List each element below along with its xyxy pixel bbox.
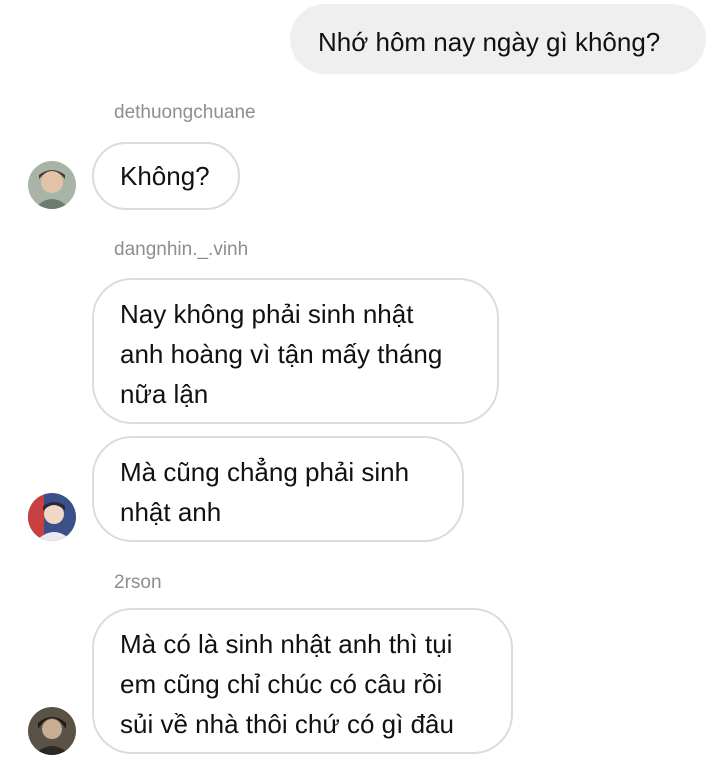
message-text-line: sủi về nhà thôi chứ có gì đâu	[120, 709, 454, 739]
sender-username[interactable]: dangnhin._.vinh	[114, 238, 248, 262]
incoming-message-bubble[interactable]: Không?	[92, 142, 240, 210]
incoming-message-bubble[interactable]: Mà cũng chẳng phải sinh nhật anh	[92, 436, 464, 542]
message-text-line: Mà có là sinh nhật anh thì tụi	[120, 629, 453, 659]
message-text-line: nữa lận	[120, 379, 209, 409]
user-avatar-icon[interactable]	[28, 493, 76, 541]
user-avatar-icon[interactable]	[28, 161, 76, 209]
outgoing-message-bubble[interactable]: Nhớ hôm nay ngày gì không?	[290, 4, 706, 74]
message-text-line: anh hoàng vì tận mấy tháng	[120, 339, 443, 369]
message-text-line: Nay không phải sinh nhật	[120, 299, 414, 329]
outgoing-message-text: Nhớ hôm nay ngày gì không?	[318, 27, 661, 57]
incoming-message-bubble[interactable]: Nay không phải sinh nhật anh hoàng vì tậ…	[92, 278, 499, 424]
message-text-line: nhật anh	[120, 497, 222, 527]
message-text-line: em cũng chỉ chúc có câu rồi	[120, 669, 443, 699]
message-text-line: Mà cũng chẳng phải sinh	[120, 457, 410, 487]
incoming-message-bubble[interactable]: Mà có là sinh nhật anh thì tụi em cũng c…	[92, 608, 513, 754]
user-avatar-icon[interactable]	[28, 707, 76, 755]
sender-username[interactable]: 2rson	[114, 571, 162, 595]
message-text-line: Không?	[120, 161, 210, 191]
sender-username[interactable]: dethuongchuane	[114, 101, 256, 125]
